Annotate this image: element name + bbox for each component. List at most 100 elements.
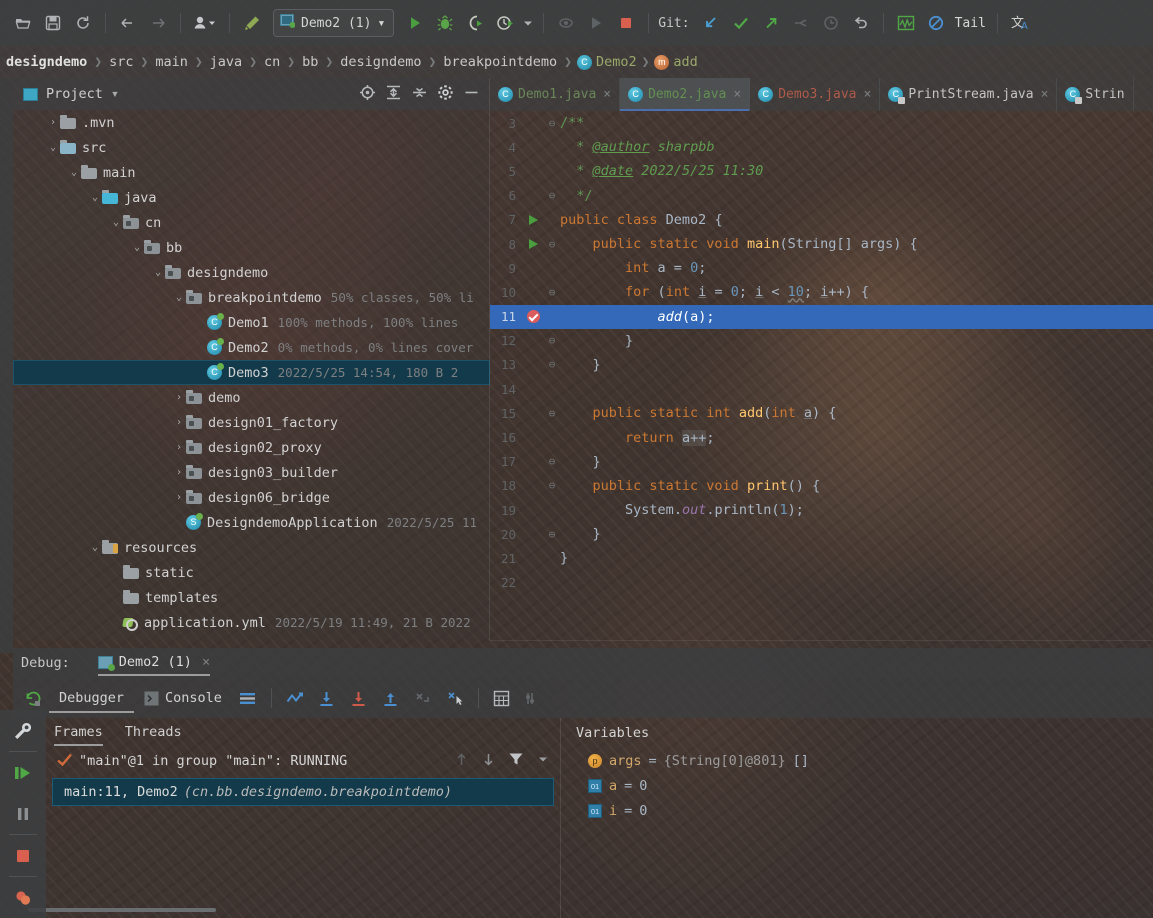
tree-item-templates[interactable]: templates: [13, 585, 490, 610]
fold-marker[interactable]: ⊖: [544, 238, 560, 251]
translate-icon[interactable]: 文A: [1005, 9, 1035, 37]
tree-expander[interactable]: ›: [172, 442, 186, 453]
editor-tab-strin[interactable]: Strin: [1057, 78, 1133, 111]
tree-item-bb[interactable]: ⌄bb: [13, 235, 490, 260]
code-line-14[interactable]: 14: [490, 377, 1153, 401]
tree-item-application-yml[interactable]: application.yml2022/5/19 11:49, 21 B 202…: [13, 610, 490, 635]
breadcrumb-item-0[interactable]: designdemo: [4, 54, 89, 70]
filter-icon[interactable]: [508, 751, 524, 771]
tree-item-java[interactable]: ⌄java: [13, 185, 490, 210]
variables-list[interactable]: args={String[0]@801}[]a=0i=0: [566, 748, 1153, 823]
debug-button[interactable]: [430, 9, 460, 37]
tree-item-src[interactable]: ⌄src: [13, 135, 490, 160]
tree-item-designdemo[interactable]: ⌄designdemo: [13, 260, 490, 285]
chevron-down-icon[interactable]: ▾: [377, 16, 385, 31]
step-into-icon[interactable]: [343, 683, 375, 713]
tree-item-main[interactable]: ⌄main: [13, 160, 490, 185]
tree-expander[interactable]: ⌄: [172, 292, 186, 303]
layout-icon[interactable]: [232, 683, 264, 713]
tree-item-demo1[interactable]: Demo1100% methods, 100% lines: [13, 310, 490, 335]
gutter-marker[interactable]: [522, 239, 544, 249]
project-tree[interactable]: ›.mvn⌄src⌄main⌄java⌄cn⌄bb⌄designdemo⌄bre…: [13, 110, 490, 640]
run-gutter-icon[interactable]: [529, 215, 538, 225]
forward-icon[interactable]: [143, 9, 173, 37]
panel-divider-vertical[interactable]: [489, 78, 490, 640]
open-folder-icon[interactable]: [8, 9, 38, 37]
tree-expander[interactable]: ⌄: [46, 142, 60, 153]
breadcrumb-item-4[interactable]: cn: [262, 54, 282, 70]
editor-tab-printstream-java[interactable]: PrintStream.java×: [880, 78, 1057, 111]
tree-expander[interactable]: ›: [172, 492, 186, 503]
close-icon[interactable]: ×: [864, 87, 872, 102]
tab-console[interactable]: Console: [134, 683, 232, 713]
tree-expander[interactable]: ⌄: [109, 217, 123, 228]
commit-icon[interactable]: [726, 9, 756, 37]
tree-item-design06-bridge[interactable]: ›design06_bridge: [13, 485, 490, 510]
project-panel-title[interactable]: Project: [46, 86, 103, 102]
save-all-icon[interactable]: [38, 9, 68, 37]
tree-expander[interactable]: ›: [172, 417, 186, 428]
code-line-5[interactable]: 5 * @date 2022/5/25 11:30: [490, 159, 1153, 183]
chevron-down-icon[interactable]: [520, 9, 536, 37]
code-line-3[interactable]: 3⊖/**: [490, 111, 1153, 135]
fold-marker[interactable]: ⊖: [544, 528, 560, 541]
thread-row[interactable]: "main"@1 in group "main": RUNNING: [46, 746, 560, 776]
code-line-4[interactable]: 4 * @author sharpbb: [490, 135, 1153, 159]
breadcrumb-item-3[interactable]: java: [208, 54, 245, 70]
minimize-icon[interactable]: [463, 84, 480, 105]
stop-icon[interactable]: [0, 835, 46, 876]
gutter-marker[interactable]: [522, 215, 544, 225]
chevron-down-icon[interactable]: ▾: [111, 86, 119, 102]
run-to-cursor-icon[interactable]: [439, 683, 471, 713]
variable-row-i[interactable]: i=0: [566, 798, 1153, 823]
panel-divider-horizontal[interactable]: [490, 640, 1153, 641]
breadcrumb-class[interactable]: Demo2: [596, 54, 637, 70]
editor-tab-demo2-java[interactable]: Demo2.java×: [620, 78, 750, 111]
chevron-down-icon[interactable]: [536, 752, 550, 770]
back-icon[interactable]: [113, 9, 143, 37]
show-execution-point-icon[interactable]: [279, 683, 311, 713]
breadcrumb-item-6[interactable]: designdemo: [338, 54, 423, 70]
variable-row-a[interactable]: a=0: [566, 773, 1153, 798]
sync-icon[interactable]: [68, 9, 98, 37]
tree-item-demo[interactable]: ›demo: [13, 385, 490, 410]
code-editor[interactable]: 3⊖/**4 * @author sharpbb5 * @date 2022/5…: [490, 111, 1153, 640]
code-line-16[interactable]: 16 return a++;: [490, 425, 1153, 449]
breadcrumb-item-5[interactable]: bb: [300, 54, 320, 70]
code-line-13[interactable]: 13⊖ }: [490, 353, 1153, 377]
push-icon[interactable]: [756, 9, 786, 37]
breadcrumb-method[interactable]: add: [673, 54, 697, 70]
wrench-icon[interactable]: [0, 710, 46, 751]
tree-item-cn[interactable]: ⌄cn: [13, 210, 490, 235]
user-avatar-icon[interactable]: [188, 9, 222, 37]
breadcrumb-item-2[interactable]: main: [153, 54, 190, 70]
fold-marker[interactable]: ⊖: [544, 286, 560, 299]
attach-debugger-icon[interactable]: [551, 9, 581, 37]
rerun-icon[interactable]: [17, 683, 49, 713]
code-line-6[interactable]: 6⊖ */: [490, 184, 1153, 208]
gear-icon[interactable]: [437, 84, 454, 105]
tree-expander[interactable]: ›: [172, 392, 186, 403]
editor-tab-bar[interactable]: Demo1.java×Demo2.java×Demo3.java×PrintSt…: [490, 78, 1153, 111]
update-project-icon[interactable]: [696, 9, 726, 37]
fold-marker[interactable]: ⊖: [544, 479, 560, 492]
fold-marker[interactable]: ⊖: [544, 334, 560, 347]
fold-marker[interactable]: ⊖: [544, 358, 560, 371]
editor-tab-demo3-java[interactable]: Demo3.java×: [750, 78, 880, 111]
step-over-icon[interactable]: [311, 683, 343, 713]
tree-expander[interactable]: ›: [46, 117, 60, 128]
tab-frames[interactable]: Frames: [54, 718, 103, 746]
tree-expander[interactable]: ⌄: [151, 267, 165, 278]
code-line-15[interactable]: 15⊖ public static int add(int a) {: [490, 401, 1153, 425]
code-line-11[interactable]: 11 add(a);: [490, 305, 1153, 329]
activity-monitor-icon[interactable]: [891, 9, 921, 37]
frames-tab-bar[interactable]: Frames Threads: [46, 718, 560, 746]
code-line-17[interactable]: 17⊖ }: [490, 450, 1153, 474]
tree-item-designdemoapplication[interactable]: DesigndemoApplication2022/5/25 11: [13, 510, 490, 535]
tree-item-design03-builder[interactable]: ›design03_builder: [13, 460, 490, 485]
code-line-20[interactable]: 20⊖ }: [490, 522, 1153, 546]
tail-label[interactable]: Tail: [955, 16, 986, 31]
frames-variables-divider[interactable]: [560, 718, 561, 918]
code-line-19[interactable]: 19 System.out.println(1);: [490, 498, 1153, 522]
build-hammer-icon[interactable]: [237, 9, 267, 37]
